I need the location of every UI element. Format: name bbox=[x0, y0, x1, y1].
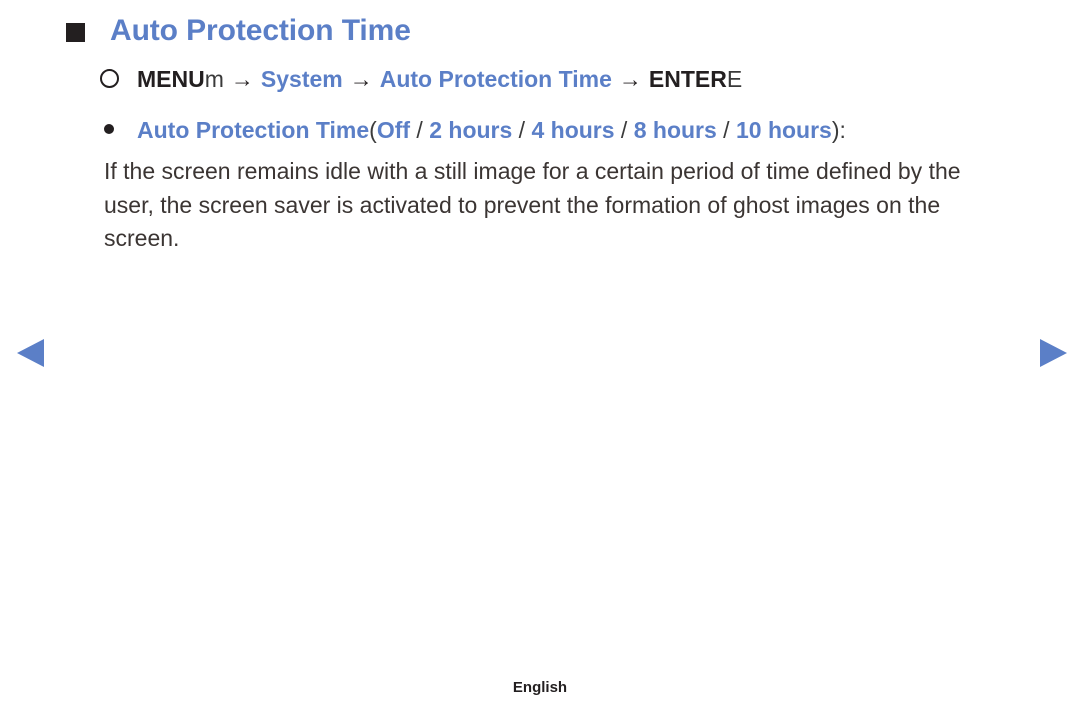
option-value-off: Off bbox=[376, 117, 411, 143]
document-page: Auto Protection Time MENUm → System → Auto P… bbox=[0, 0, 1080, 705]
menu-path-step-system: System bbox=[260, 66, 343, 92]
option-separator-4: / bbox=[716, 117, 736, 143]
option-value-10-hours: 10 hours bbox=[735, 117, 832, 143]
enter-key-glyph: E bbox=[726, 66, 743, 92]
filled-dot-icon bbox=[104, 124, 114, 134]
menu-path-arrow-2: → bbox=[349, 66, 373, 92]
triangle-left-icon bbox=[17, 339, 44, 367]
menu-key-glyph: m bbox=[204, 66, 224, 92]
menu-path-step-auto-protection-time: Auto Protection Time bbox=[379, 66, 612, 92]
menu-path-arrow-1: → bbox=[230, 66, 254, 92]
previous-page-button[interactable] bbox=[16, 337, 46, 369]
description-paragraph: If the screen remains idle with a still … bbox=[104, 158, 961, 251]
footer-language-label: English bbox=[512, 679, 568, 696]
setting-options-row: Auto Protection Time(Off / 2 hours / 4 h… bbox=[104, 117, 846, 144]
menu-path: MENUm → System → Auto Protection Time → ENTERE bbox=[100, 66, 742, 93]
menu-path-arrow-3: → bbox=[618, 66, 642, 92]
filled-square-icon bbox=[66, 22, 85, 42]
page-title-row: Auto Protection Time bbox=[66, 14, 411, 48]
next-page-button[interactable] bbox=[1038, 337, 1068, 369]
menu-path-text: MENUm → System → Auto Protection Time → ENTERE bbox=[137, 66, 742, 93]
option-separator-2: / bbox=[512, 117, 532, 143]
option-value-4-hours: 4 hours bbox=[531, 117, 615, 143]
option-separator-1: / bbox=[410, 117, 430, 143]
open-paren: ( bbox=[369, 117, 377, 143]
option-value-8-hours: 8 hours bbox=[633, 117, 717, 143]
page-title: Auto Protection Time bbox=[110, 14, 411, 47]
menu-key-label: MENU bbox=[137, 66, 205, 92]
option-value-2-hours: 2 hours bbox=[429, 117, 513, 143]
enter-key-label: ENTER bbox=[648, 66, 727, 92]
close-paren: ) bbox=[831, 117, 840, 143]
setting-options-text: Auto Protection Time(Off / 2 hours / 4 h… bbox=[137, 117, 846, 144]
option-separator-3: / bbox=[614, 117, 634, 143]
trailing-colon: : bbox=[839, 117, 846, 143]
circle-icon bbox=[100, 69, 119, 88]
triangle-right-icon bbox=[1040, 339, 1067, 367]
setting-name: Auto Protection Time bbox=[137, 117, 370, 143]
